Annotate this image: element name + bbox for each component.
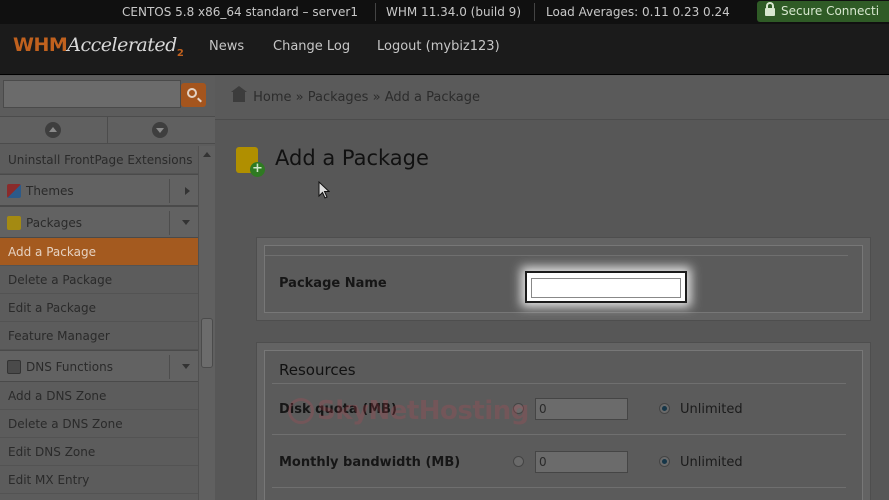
sidebar-group-packages[interactable]: Packages [0,206,198,238]
sidebar-item-edit-mx-entry[interactable]: Edit MX Entry [0,466,198,494]
sidebar-scroll-controls [0,116,215,144]
sidebar-group-label: DNS Functions [26,360,113,374]
header: WHMAccelerated2 News Change Log Logout (… [0,24,889,75]
package-name-label: Package Name [279,276,387,291]
server-info: CENTOS 5.8 x86_64 standard – server1 [122,5,358,19]
page-title: Add a Package [275,146,429,170]
scroll-up-button[interactable] [0,117,107,144]
disk-quota-input[interactable]: 0 [535,398,628,420]
package-name-field[interactable] [525,271,687,303]
breadcrumb-separator: » [295,90,304,105]
themes-icon [7,184,21,198]
packages-icon [7,216,21,230]
scroll-up-arrow-icon[interactable] [203,152,211,157]
arrow-up-icon [45,122,61,138]
secure-connection-badge: Secure Connecti [757,1,889,22]
breadcrumb-current: Add a Package [384,90,480,105]
watermark-text: SkyNetHosting [317,396,529,426]
resources-title: Resources [279,361,356,379]
search-button[interactable] [181,83,206,107]
logo-whm-text: WHM [13,34,68,56]
sidebar-search-input[interactable] [3,80,181,108]
sidebar-item-uninstall-frontpage[interactable]: Uninstall FrontPage Extensions [0,146,198,174]
nav-news-link[interactable]: News [209,39,244,54]
sidebar-group-label: Themes [26,184,74,198]
search-icon [187,88,197,98]
chevron-down-icon [182,220,190,225]
arrow-down-icon [152,122,168,138]
bandwidth-unlimited-radio[interactable] [659,456,670,467]
breadcrumb-home[interactable]: Home [253,90,291,105]
sidebar-scrollbar[interactable] [198,146,215,500]
sidebar-item-delete-package[interactable]: Delete a Package [0,266,198,294]
breadcrumb-packages[interactable]: Packages [308,90,369,105]
sidebar-item-delete-dns-zone[interactable]: Delete a DNS Zone [0,410,198,438]
lock-icon [765,2,775,16]
scroll-down-button[interactable] [107,117,214,144]
chevron-down-icon [182,364,190,369]
breadcrumb-bar: Home » Packages » Add a Package [215,76,889,120]
sidebar-item-edit-dns-zone[interactable]: Edit DNS Zone [0,438,198,466]
sidebar-group-themes[interactable]: Themes [0,174,198,206]
breadcrumb: Home » Packages » Add a Package [231,86,480,105]
sidebar-group-label: Packages [26,216,82,230]
nav-changelog-link[interactable]: Change Log [273,39,350,54]
sidebar-item-add-package[interactable]: Add a Package [0,238,198,266]
logo-superscript: 2 [176,47,184,59]
logo-accelerated-text: Accelerated [67,34,177,56]
whm-logo[interactable]: WHMAccelerated2 [13,34,184,59]
secure-label: Secure Connecti [781,4,880,18]
package-add-icon: + [234,143,266,177]
disk-quota-unlimited-radio[interactable] [659,403,670,414]
bandwidth-input[interactable]: 0 [535,451,628,473]
breadcrumb-separator: » [372,90,381,105]
disk-quota-unlimited-label: Unlimited [680,402,743,417]
sidebar-item-edit-package[interactable]: Edit a Package [0,294,198,322]
bandwidth-unlimited-label: Unlimited [680,455,743,470]
package-name-input[interactable] [531,278,681,298]
watermark-logo-icon [288,398,314,424]
bandwidth-label: Monthly bandwidth (MB) [279,455,461,470]
sidebar: Uninstall FrontPage Extensions Themes Pa… [0,76,215,500]
mouse-cursor-icon [318,181,330,199]
whm-version: WHM 11.34.0 (build 9) [386,5,521,19]
watermark: SkyNetHosting [288,396,529,426]
home-icon[interactable] [231,86,247,102]
sidebar-group-dns-functions[interactable]: DNS Functions [0,350,198,382]
divider [534,3,535,21]
main-content: + Add a Package Package Name Resources D… [215,121,889,500]
chevron-right-icon [185,187,190,195]
bandwidth-custom-radio[interactable] [513,456,524,467]
status-bar: CENTOS 5.8 x86_64 standard – server1 WHM… [0,0,889,24]
nav-logout-link[interactable]: Logout (mybiz123) [377,39,500,54]
divider [375,3,376,21]
load-averages: Load Averages: 0.11 0.23 0.24 [546,5,730,19]
sidebar-item-feature-manager[interactable]: Feature Manager [0,322,198,350]
sidebar-item-add-dns-zone[interactable]: Add a DNS Zone [0,382,198,410]
scrollbar-thumb[interactable] [201,318,213,368]
dns-icon [7,360,21,374]
